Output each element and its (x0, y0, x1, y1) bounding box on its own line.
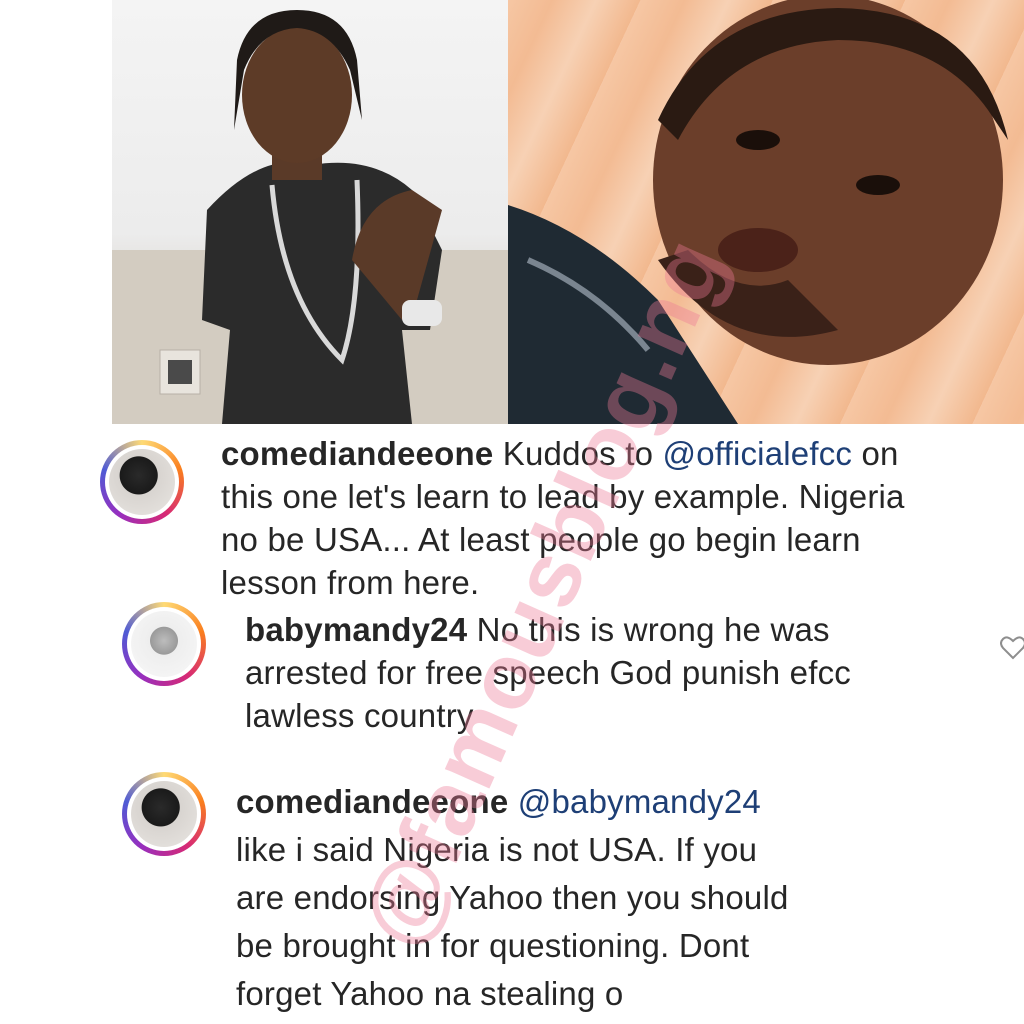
comment-line: like i said Nigeria is not USA. If you (236, 831, 758, 868)
comment-line: are endorsing Yahoo then you should (236, 879, 789, 916)
comment-username[interactable]: babymandy24 (245, 611, 467, 648)
person-photo-left (112, 10, 508, 424)
comment-username[interactable]: comediandeeone (221, 435, 493, 472)
avatar[interactable] (122, 602, 206, 686)
comment-body: on (852, 435, 899, 472)
avatar-image (131, 611, 197, 677)
photo-left (112, 0, 508, 424)
comment-mention[interactable]: @babymandy24 (508, 783, 761, 820)
comment-mention[interactable]: @officialefcc (663, 435, 853, 472)
comment-line: forget Yahoo na stealing o (236, 975, 624, 1012)
avatar-image (131, 781, 197, 847)
comment-line: be brought in for questioning. Dont (236, 927, 750, 964)
avatar[interactable] (100, 440, 184, 524)
avatar-image (109, 449, 175, 515)
comment-line: lesson from here. (221, 564, 480, 601)
heart-icon[interactable] (1000, 636, 1024, 660)
person-photo-right (508, 0, 1008, 424)
avatar[interactable] (122, 772, 206, 856)
photo-right (508, 0, 1024, 424)
comment-text: babymandy24 No this is wrong he was arre… (245, 608, 985, 737)
